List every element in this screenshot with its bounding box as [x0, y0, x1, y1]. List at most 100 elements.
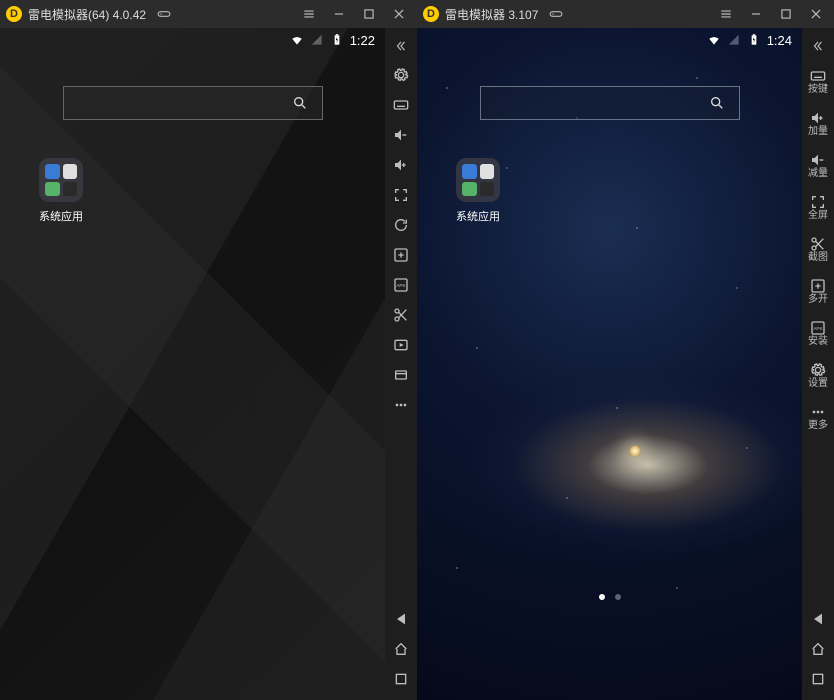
menu-button[interactable] [297, 2, 321, 26]
settings-button[interactable]: 设置 [804, 354, 832, 396]
window-button[interactable] [387, 360, 415, 390]
status-bar: 1:24 [417, 28, 802, 52]
tool-label: 减量 [808, 169, 828, 179]
rotate-button[interactable] [387, 210, 415, 240]
add-button[interactable] [387, 240, 415, 270]
folder-label: 系统应用 [39, 208, 83, 224]
emulator-left: D 雷电模拟器(64) 4.0.42 1:22 系统应用 [0, 0, 417, 700]
back-button[interactable] [804, 604, 832, 634]
tool-label: 加量 [808, 127, 828, 137]
page-dot[interactable] [615, 594, 621, 600]
folder-label: 系统应用 [456, 208, 500, 224]
add-box-icon [810, 278, 826, 294]
android-screen-left[interactable]: 1:22 系统应用 [0, 28, 385, 700]
install-button[interactable]: 安装 [804, 312, 832, 354]
volume-down-button[interactable] [387, 120, 415, 150]
scissors-icon [810, 236, 826, 252]
volume-up-button[interactable] [387, 150, 415, 180]
fullscreen-icon [393, 187, 409, 203]
back-icon [393, 611, 409, 627]
gear-icon [810, 362, 826, 378]
more-button[interactable]: 更多 [804, 396, 832, 438]
tool-label: 设置 [808, 379, 828, 389]
tool-label: 全屏 [808, 211, 828, 221]
keyboard-button[interactable] [387, 90, 415, 120]
home-icon [393, 641, 409, 657]
more-button[interactable] [387, 390, 415, 420]
vol-minus-icon [810, 152, 826, 168]
screenshot-button[interactable] [387, 300, 415, 330]
battery-icon [747, 33, 761, 47]
clock: 1:22 [350, 33, 375, 48]
back-icon [810, 611, 826, 627]
search-input[interactable] [63, 86, 323, 120]
collapse-toolbar-button[interactable] [387, 34, 415, 58]
add-box-icon [393, 247, 409, 263]
android-screen-right[interactable]: 1:24 系统应用 [417, 28, 802, 700]
screenshot-button[interactable]: 截图 [804, 228, 832, 270]
search-input[interactable] [480, 86, 740, 120]
wifi-icon [290, 33, 304, 47]
keyboard-icon [393, 97, 409, 113]
minimize-button[interactable] [327, 2, 351, 26]
apk-icon [393, 277, 409, 293]
vol-plus-icon [810, 110, 826, 126]
apk-icon [810, 320, 826, 336]
system-apps-folder[interactable]: 系统应用 [451, 158, 505, 224]
tool-label: 更多 [808, 421, 828, 431]
recent-button[interactable] [387, 664, 415, 694]
home-icon [810, 641, 826, 657]
gamepad-icon[interactable] [544, 2, 568, 26]
recent-button[interactable] [804, 664, 832, 694]
folder-icon [39, 158, 83, 202]
maximize-button[interactable] [357, 2, 381, 26]
titlebar-right: D 雷电模拟器 3.107 [417, 0, 834, 28]
gamepad-icon[interactable] [152, 2, 176, 26]
home-button[interactable] [804, 634, 832, 664]
maximize-button[interactable] [774, 2, 798, 26]
collapse-toolbar-button[interactable] [804, 34, 832, 58]
page-indicator [599, 594, 621, 600]
status-bar: 1:22 [0, 28, 385, 52]
multi-button[interactable]: 多开 [804, 270, 832, 312]
scissors-icon [393, 307, 409, 323]
play-box-icon [393, 337, 409, 353]
page-dot[interactable] [599, 594, 605, 600]
signal-icon [727, 33, 741, 47]
menu-button[interactable] [714, 2, 738, 26]
settings-button[interactable] [387, 60, 415, 90]
side-toolbar-right: 按键加量减量全屏截图多开安装设置更多 [802, 28, 834, 700]
search-icon [709, 95, 725, 111]
close-button[interactable] [804, 2, 828, 26]
folder-icon [456, 158, 500, 202]
rotate-icon [393, 217, 409, 233]
signal-icon [310, 33, 324, 47]
dots-icon [810, 404, 826, 420]
volume-down-button[interactable]: 减量 [804, 144, 832, 186]
fullscreen-button[interactable] [387, 180, 415, 210]
keymap-button[interactable]: 按键 [804, 60, 832, 102]
home-button[interactable] [387, 634, 415, 664]
vol-minus-icon [393, 127, 409, 143]
tool-label: 安装 [808, 337, 828, 347]
vol-plus-icon [393, 157, 409, 173]
recent-icon [810, 671, 826, 687]
minimize-button[interactable] [744, 2, 768, 26]
tool-label: 截图 [808, 253, 828, 263]
volume-up-button[interactable]: 加量 [804, 102, 832, 144]
fullscreen-icon [810, 194, 826, 210]
apk-button[interactable] [387, 270, 415, 300]
logo-icon: D [6, 6, 22, 22]
system-apps-folder[interactable]: 系统应用 [34, 158, 88, 224]
logo-icon: D [423, 6, 439, 22]
battery-icon [330, 33, 344, 47]
side-toolbar-left [385, 28, 417, 700]
video-button[interactable] [387, 330, 415, 360]
tool-label: 按键 [808, 85, 828, 95]
keyboard-icon [810, 68, 826, 84]
fullscreen-button[interactable]: 全屏 [804, 186, 832, 228]
titlebar-left: D 雷电模拟器(64) 4.0.42 [0, 0, 417, 28]
close-button[interactable] [387, 2, 411, 26]
window-icon [393, 367, 409, 383]
back-button[interactable] [387, 604, 415, 634]
